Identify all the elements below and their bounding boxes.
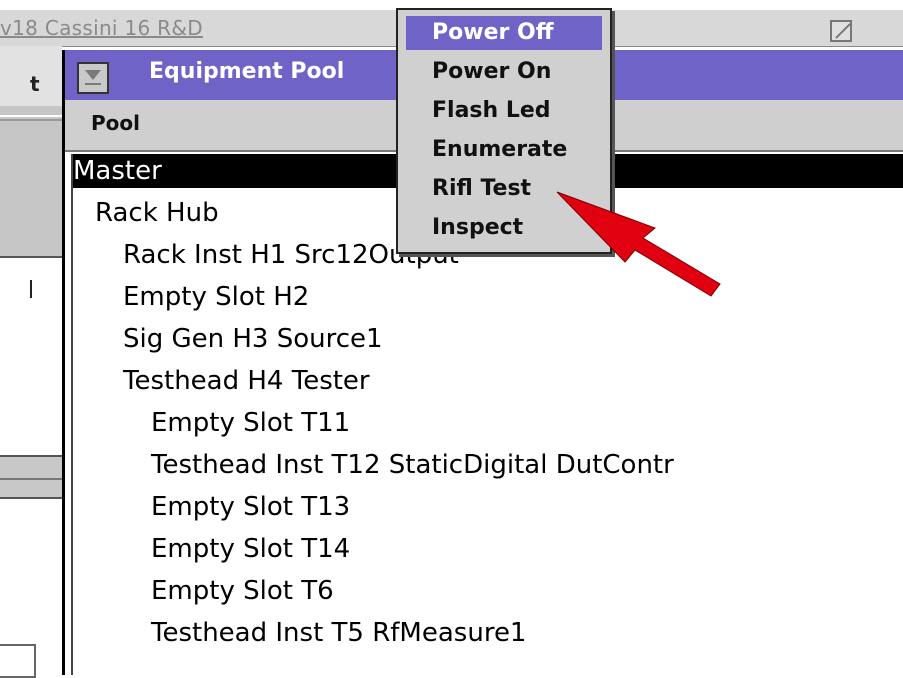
tree-row[interactable]: Empty Slot T11	[73, 406, 903, 440]
tree-row[interactable]: Empty Slot T14	[73, 532, 903, 566]
tree-row[interactable]: Empty Slot T6	[73, 574, 903, 608]
background-menu-item[interactable]: t	[30, 72, 40, 96]
red-arrow-icon	[556, 191, 721, 297]
arrow-shape	[556, 191, 721, 297]
tree-row[interactable]: Testhead H4 Tester	[73, 364, 903, 398]
collapse-icon[interactable]	[77, 62, 109, 94]
background-panel-top	[0, 106, 62, 258]
tree-row[interactable]: Testhead Inst T5 RfMeasure1	[73, 616, 903, 650]
tree-row[interactable]: Testhead Inst T12 StaticDigital DutContr	[73, 448, 903, 482]
tree-row[interactable]: Empty Slot H2	[73, 280, 903, 314]
menu-item-flash-led[interactable]: Flash Led	[406, 94, 602, 128]
background-cursor-mark	[30, 280, 32, 298]
menu-item-pool[interactable]: Pool	[91, 111, 140, 135]
tree-row[interactable]: Empty Slot T13	[73, 490, 903, 524]
zoom-box-icon[interactable]	[830, 20, 852, 42]
background-window-title: v18 Cassini 16 R&D	[0, 16, 203, 40]
divider	[0, 478, 62, 480]
window-title: Equipment Pool	[149, 59, 345, 84]
menu-item-power-off[interactable]: Power Off	[406, 16, 602, 50]
divider	[0, 115, 62, 117]
tree-row[interactable]: Sig Gen H3 Source1	[73, 322, 903, 356]
menu-item-enumerate[interactable]: Enumerate	[406, 133, 602, 167]
background-panel-middle	[0, 455, 62, 499]
background-checkbox[interactable]	[0, 644, 36, 678]
menu-item-power-on[interactable]: Power On	[406, 55, 602, 89]
divider	[0, 119, 62, 121]
